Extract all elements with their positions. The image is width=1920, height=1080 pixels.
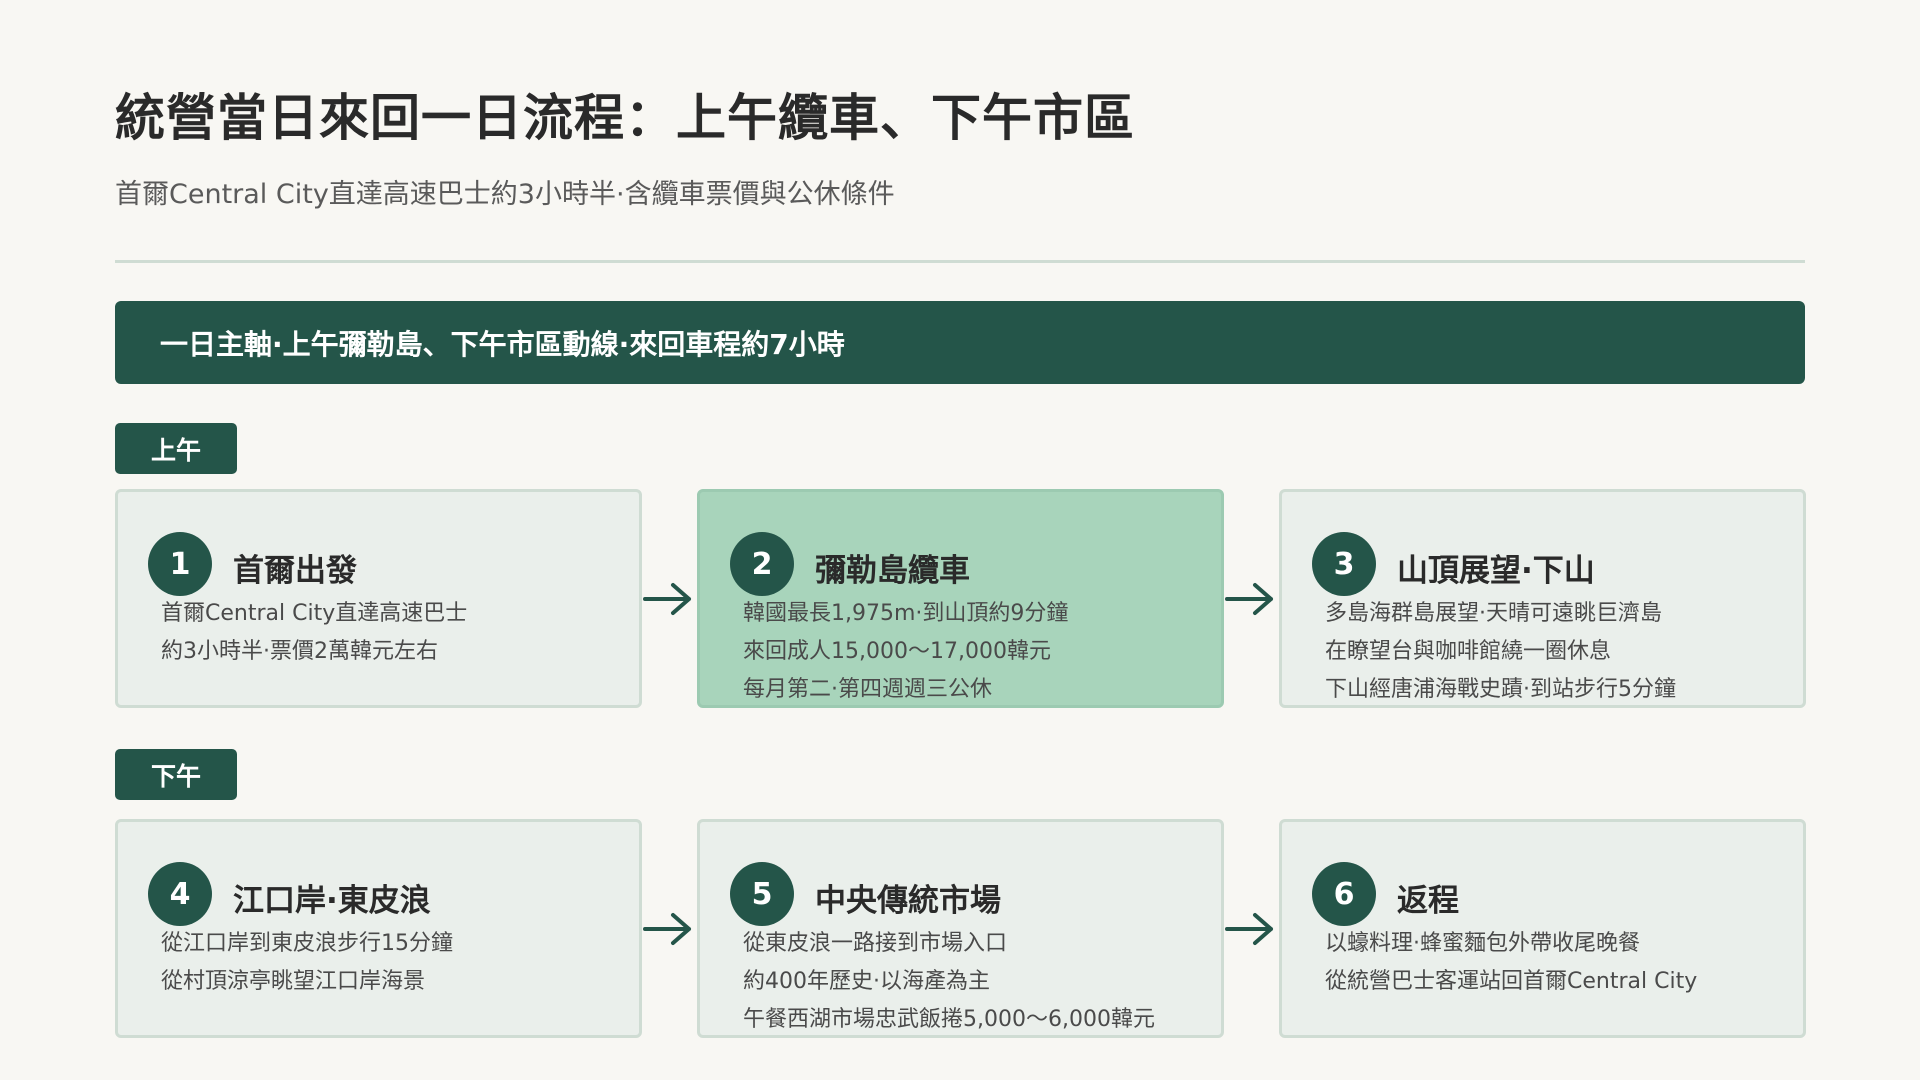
step-title: 中央傳統市場 (815, 883, 1001, 919)
step-card-3: 3 山頂展望·下山 多島海群島展望·天晴可遠眺巨濟島 在瞭望台與咖啡館繞一圈休息… (1279, 489, 1806, 708)
step-number: 6 (1312, 862, 1376, 926)
page-subtitle: 首爾Central City直達高速巴士約3小時半·含纜車票價與公休條件 (115, 179, 895, 210)
step-number: 1 (148, 532, 212, 596)
step-detail: 從東皮浪一路接到市場入口 (743, 931, 1008, 956)
header-divider (115, 260, 1805, 263)
step-number: 3 (1312, 532, 1376, 596)
step-card-1: 1 首爾出發 首爾Central City直達高速巴士 約3小時半·票價2萬韓元… (115, 489, 642, 708)
step-title: 江口岸·東皮浪 (233, 883, 431, 919)
arrow-right-icon (643, 583, 691, 615)
step-number: 2 (730, 532, 794, 596)
step-detail: 下山經唐浦海戰史蹟·到站步行5分鐘 (1325, 677, 1676, 702)
step-number: 5 (730, 862, 794, 926)
step-detail: 韓國最長1,975m·到山頂約9分鐘 (743, 601, 1069, 626)
step-detail: 來回成人15,000～17,000韓元 (743, 639, 1051, 664)
step-detail: 首爾Central City直達高速巴士 (161, 601, 468, 626)
section-tag-afternoon: 下午 (115, 749, 237, 800)
arrow-right-icon (1225, 583, 1273, 615)
step-detail: 約3小時半·票價2萬韓元左右 (161, 639, 438, 664)
step-number: 4 (148, 862, 212, 926)
step-detail: 從統營巴士客運站回首爾Central City (1325, 969, 1698, 994)
step-detail: 以蠔料理·蜂蜜麵包外帶收尾晚餐 (1325, 931, 1640, 956)
summary-banner: 一日主軸·上午彌勒島、下午市區動線·來回車程約7小時 (115, 301, 1805, 384)
step-detail: 約400年歷史·以海產為主 (743, 969, 990, 994)
step-card-2: 2 彌勒島纜車 韓國最長1,975m·到山頂約9分鐘 來回成人15,000～17… (697, 489, 1224, 708)
step-title: 首爾出發 (233, 553, 357, 589)
summary-banner-text: 一日主軸·上午彌勒島、下午市區動線·來回車程約7小時 (160, 327, 845, 361)
step-title: 返程 (1397, 883, 1459, 919)
step-title: 山頂展望·下山 (1397, 553, 1595, 589)
arrow-right-icon (1225, 913, 1273, 945)
step-title: 彌勒島纜車 (815, 553, 970, 589)
step-detail: 從村頂涼亭眺望江口岸海景 (161, 969, 426, 994)
step-detail: 每月第二·第四週週三公休 (743, 677, 992, 702)
page-title: 統營當日來回一日流程：上午纜車、下午市區 (115, 89, 1135, 147)
step-detail: 多島海群島展望·天晴可遠眺巨濟島 (1325, 601, 1662, 626)
step-card-4: 4 江口岸·東皮浪 從江口岸到東皮浪步行15分鐘 從村頂涼亭眺望江口岸海景 (115, 819, 642, 1038)
arrow-right-icon (643, 913, 691, 945)
section-tag-morning: 上午 (115, 423, 237, 474)
step-detail: 在瞭望台與咖啡館繞一圈休息 (1325, 639, 1612, 664)
step-detail: 從江口岸到東皮浪步行15分鐘 (161, 931, 453, 956)
step-detail: 午餐西湖市場忠武飯捲5,000～6,000韓元 (743, 1007, 1155, 1032)
step-card-5: 5 中央傳統市場 從東皮浪一路接到市場入口 約400年歷史·以海產為主 午餐西湖… (697, 819, 1224, 1038)
step-card-6: 6 返程 以蠔料理·蜂蜜麵包外帶收尾晚餐 從統營巴士客運站回首爾Central … (1279, 819, 1806, 1038)
